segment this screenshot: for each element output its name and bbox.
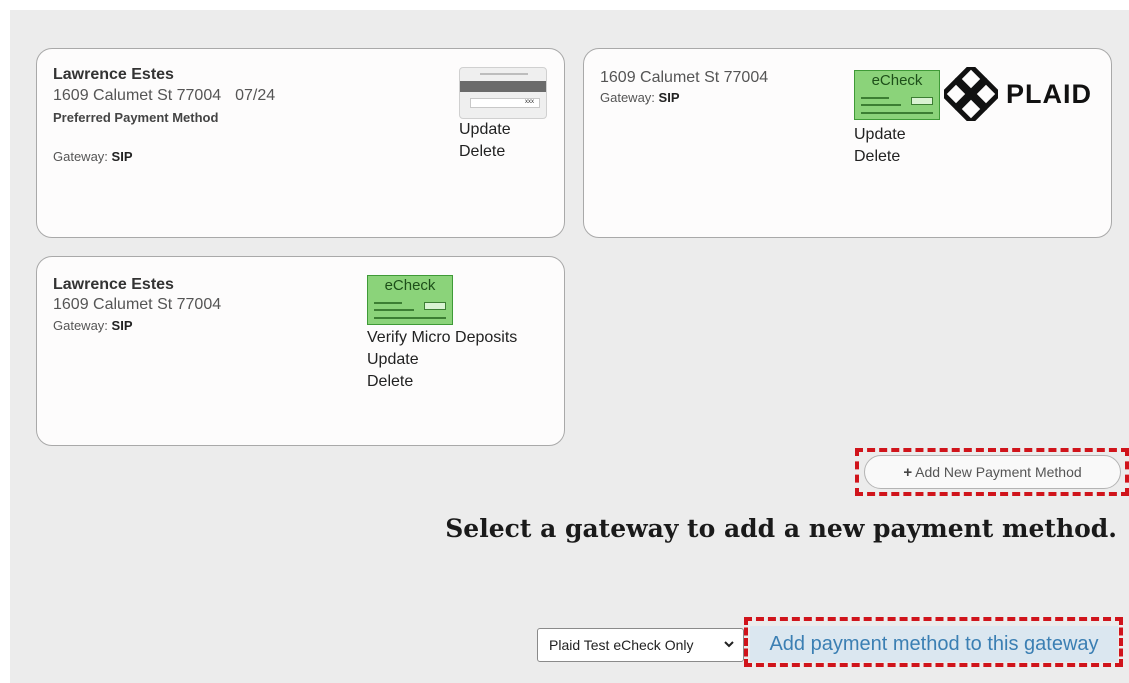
- payment-method-card-credit: Lawrence Estes 1609 Calumet St 77004 07/2…: [36, 48, 565, 238]
- gateway-label: Gateway:: [53, 149, 108, 164]
- billing-address: 1609 Calumet St 77004: [600, 69, 769, 86]
- cardholder-name: Lawrence Estes: [53, 66, 174, 83]
- billing-address: 1609 Calumet St 77004 07/24: [53, 87, 275, 105]
- billing-address-text: 1609 Calumet St 77004: [53, 87, 222, 104]
- gateway-instruction-heading: Select a gateway to add a new payment me…: [445, 514, 1117, 543]
- gateway-value: SIP: [111, 149, 133, 164]
- chevron-down-icon: [724, 641, 734, 648]
- credit-card-icon: xxx: [459, 67, 547, 119]
- card-actions: Update Delete: [459, 119, 511, 163]
- gateway-select-value: Plaid Test eCheck Only: [549, 637, 694, 653]
- preferred-badge: Preferred Payment Method: [53, 110, 219, 125]
- gateway-info: Gateway: SIP: [53, 318, 133, 333]
- credit-card-cvv-text: xxx: [525, 99, 534, 105]
- delete-link[interactable]: Delete: [854, 146, 906, 168]
- echeck-icon-label: eCheck: [384, 277, 436, 294]
- billing-address: 1609 Calumet St 77004: [53, 296, 222, 313]
- account-holder-name: Lawrence Estes: [53, 276, 174, 293]
- gateway-info: Gateway: SIP: [53, 149, 133, 164]
- update-link[interactable]: Update: [367, 349, 517, 371]
- add-new-payment-method-label: Add New Payment Method: [915, 464, 1082, 480]
- plaid-logo-icon: [944, 67, 998, 121]
- echeck-icon-label: eCheck: [871, 72, 923, 89]
- card-expiry: 07/24: [235, 87, 276, 104]
- add-new-payment-method-button[interactable]: + Add New Payment Method: [864, 455, 1121, 489]
- echeck-icon: eCheck: [854, 70, 940, 120]
- gateway-value: SIP: [111, 318, 133, 333]
- gateway-label: Gateway:: [53, 318, 108, 333]
- card-actions: Update Delete: [854, 124, 906, 168]
- update-link[interactable]: Update: [854, 124, 906, 146]
- add-payment-method-to-gateway-link[interactable]: Add payment method to this gateway: [750, 626, 1118, 662]
- gateway-select[interactable]: Plaid Test eCheck Only: [537, 628, 744, 662]
- verify-micro-deposits-link[interactable]: Verify Micro Deposits: [367, 327, 517, 349]
- delete-link[interactable]: Delete: [459, 141, 511, 163]
- plus-icon: +: [903, 463, 913, 481]
- payment-method-card-echeck: Lawrence Estes 1609 Calumet St 77004 Gat…: [36, 256, 565, 446]
- payment-method-card-plaid: 1609 Calumet St 77004 Gateway: SIP eChec…: [583, 48, 1112, 238]
- update-link[interactable]: Update: [459, 119, 511, 141]
- plaid-logo: PLAID: [944, 67, 1092, 121]
- gateway-value: SIP: [658, 90, 680, 105]
- gateway-info: Gateway: SIP: [600, 90, 680, 105]
- delete-link[interactable]: Delete: [367, 371, 517, 393]
- plaid-logo-text: PLAID: [1006, 78, 1092, 109]
- gateway-label: Gateway:: [600, 90, 655, 105]
- card-actions: Verify Micro Deposits Update Delete: [367, 327, 517, 393]
- echeck-icon: eCheck: [367, 275, 453, 325]
